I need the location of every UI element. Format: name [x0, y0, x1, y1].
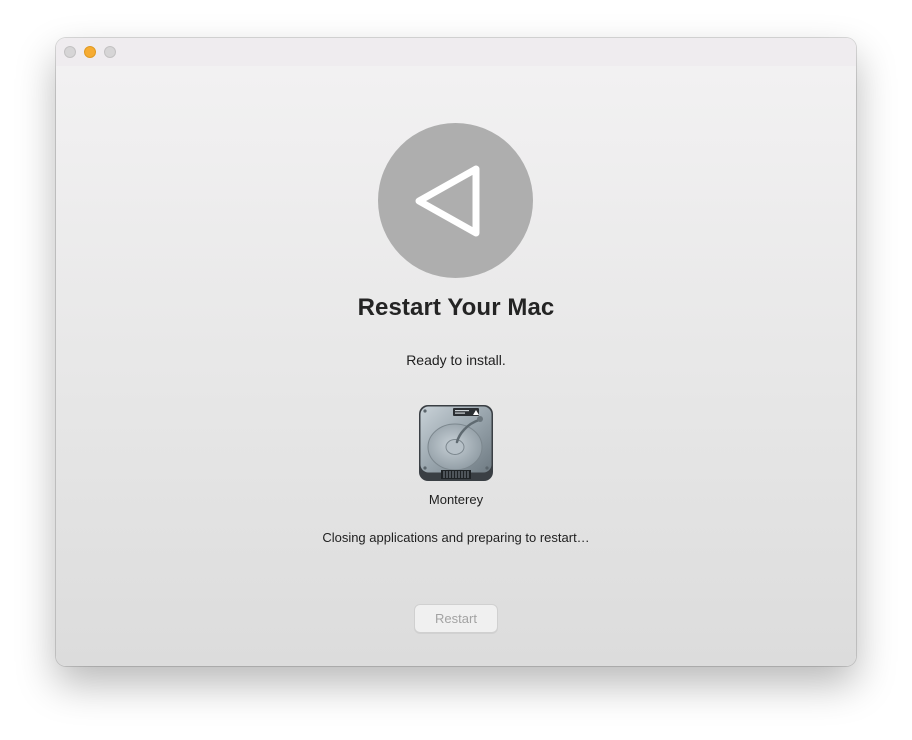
status-text: Closing applications and preparing to re…: [322, 530, 590, 545]
restart-button[interactable]: Restart: [414, 604, 498, 633]
installer-content: Restart Your Mac Ready to install. Monte…: [56, 66, 856, 666]
restart-triangle-icon: [378, 123, 533, 278]
page-title: Restart Your Mac: [357, 294, 555, 321]
disk-label: Monterey: [428, 492, 484, 507]
close-window-button[interactable]: [64, 46, 76, 58]
ready-subtitle: Ready to install.: [406, 352, 506, 368]
zoom-window-button[interactable]: [104, 46, 116, 58]
installer-window: Restart Your Mac Ready to install. Monte…: [56, 38, 856, 666]
minimize-window-button[interactable]: [84, 46, 96, 58]
title-bar: [56, 38, 856, 66]
hard-drive-icon: [417, 404, 495, 484]
